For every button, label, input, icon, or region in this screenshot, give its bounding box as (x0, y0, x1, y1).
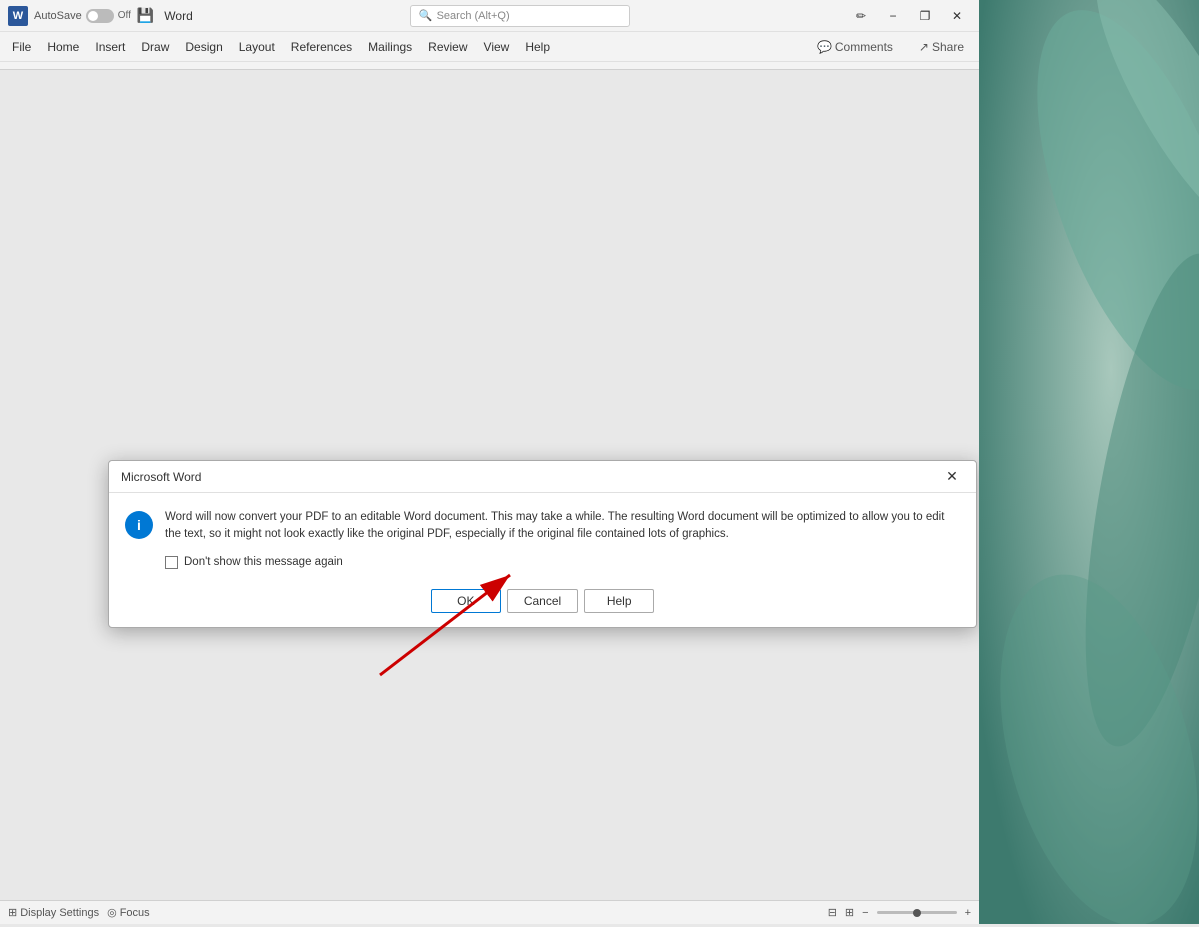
dialog-message-text: Word will now convert your PDF to an edi… (165, 509, 960, 544)
dialog-title-bar: Microsoft Word ✕ (109, 461, 976, 493)
doc-area: Microsoft Word ✕ i Word will now convert… (0, 70, 979, 900)
menu-layout[interactable]: Layout (231, 36, 283, 58)
comments-button[interactable]: 💬 Comments (806, 36, 904, 58)
menu-design[interactable]: Design (177, 36, 230, 58)
display-settings-icon: ⊞ (8, 906, 17, 919)
word-window: W AutoSave Off 💾 Word 🔍 Search (Alt+Q) ✏ (0, 0, 979, 924)
info-icon: i (125, 511, 153, 539)
dialog-title: Microsoft Word (121, 470, 940, 484)
autosave-toggle[interactable] (86, 9, 114, 23)
help-button[interactable]: Help (584, 589, 654, 613)
minimize-button[interactable]: − (879, 5, 907, 27)
title-bar: W AutoSave Off 💾 Word 🔍 Search (Alt+Q) ✏ (0, 0, 979, 32)
status-bar: ⊞ Display Settings ◎ Focus ⊟ ⊞ − + (0, 900, 979, 924)
dialog-buttons: OK Cancel Help (109, 577, 976, 627)
share-button[interactable]: ↗ Share (908, 36, 975, 58)
close-icon: ✕ (952, 9, 962, 23)
focus-label: Focus (120, 907, 150, 919)
dont-show-checkbox[interactable] (165, 556, 178, 569)
share-label: Share (932, 40, 964, 54)
menu-bar-right: 💬 Comments ↗ Share (806, 36, 975, 58)
menu-view[interactable]: View (476, 36, 518, 58)
menu-insert[interactable]: Insert (87, 36, 133, 58)
display-settings-label: Display Settings (20, 907, 99, 919)
title-bar-right: ✏ − ❐ ✕ (847, 5, 971, 27)
menu-mailings[interactable]: Mailings (360, 36, 420, 58)
title-bar-search: 🔍 Search (Alt+Q) (199, 5, 841, 27)
save-icon[interactable]: 💾 (137, 7, 154, 24)
display-settings[interactable]: ⊞ Display Settings (8, 906, 99, 919)
zoom-slider[interactable] (877, 911, 957, 914)
menu-home[interactable]: Home (39, 36, 87, 58)
focus-icon: ◎ (107, 906, 117, 919)
pen-icon: ✏ (856, 9, 866, 23)
menu-bar: File Home Insert Draw Design Layout Refe… (0, 32, 979, 62)
ribbon-area (0, 62, 979, 70)
dialog: Microsoft Word ✕ i Word will now convert… (108, 460, 977, 628)
title-bar-left: W AutoSave Off 💾 Word (8, 6, 193, 26)
menu-help[interactable]: Help (517, 36, 558, 58)
ok-button[interactable]: OK (431, 589, 501, 613)
menu-review[interactable]: Review (420, 36, 475, 58)
search-placeholder: Search (Alt+Q) (437, 10, 510, 22)
desktop-wallpaper (979, 0, 1199, 924)
focus-button[interactable]: ◎ Focus (107, 906, 150, 919)
search-icon: 🔍 (419, 9, 433, 22)
restore-icon: ❐ (920, 9, 931, 23)
close-button[interactable]: ✕ (943, 5, 971, 27)
autosave-state: Off (118, 10, 131, 21)
autosave-label: AutoSave (34, 10, 82, 22)
word-logo-icon: W (8, 6, 28, 26)
menu-draw[interactable]: Draw (133, 36, 177, 58)
dialog-message-row: i Word will now convert your PDF to an e… (125, 509, 960, 544)
doc-title: Word (164, 9, 192, 23)
autosave-area: AutoSave Off (34, 9, 131, 23)
status-right: ⊟ ⊞ − + (828, 906, 971, 919)
toggle-knob (88, 11, 98, 21)
restore-button[interactable]: ❐ (911, 5, 939, 27)
dialog-close-button[interactable]: ✕ (940, 465, 964, 489)
search-box[interactable]: 🔍 Search (Alt+Q) (410, 5, 630, 27)
view-grid-icon[interactable]: ⊞ (845, 906, 854, 919)
wallpaper-svg (979, 0, 1199, 924)
menu-references[interactable]: References (283, 36, 360, 58)
menu-file[interactable]: File (4, 36, 39, 58)
dialog-checkbox-row: Don't show this message again (165, 556, 960, 569)
dont-show-label: Don't show this message again (184, 556, 343, 568)
dialog-body: i Word will now convert your PDF to an e… (109, 493, 976, 577)
comments-label: Comments (835, 40, 893, 54)
dialog-close-icon: ✕ (946, 468, 958, 485)
zoom-plus[interactable]: + (965, 907, 971, 919)
share-icon: ↗ (919, 40, 929, 54)
comment-icon: 💬 (817, 40, 832, 54)
view-normal-icon[interactable]: ⊟ (828, 906, 837, 919)
pen-button[interactable]: ✏ (847, 5, 875, 27)
zoom-minus[interactable]: − (862, 907, 868, 919)
zoom-handle[interactable] (913, 909, 921, 917)
minimize-icon: − (889, 9, 896, 23)
cancel-button[interactable]: Cancel (507, 589, 578, 613)
